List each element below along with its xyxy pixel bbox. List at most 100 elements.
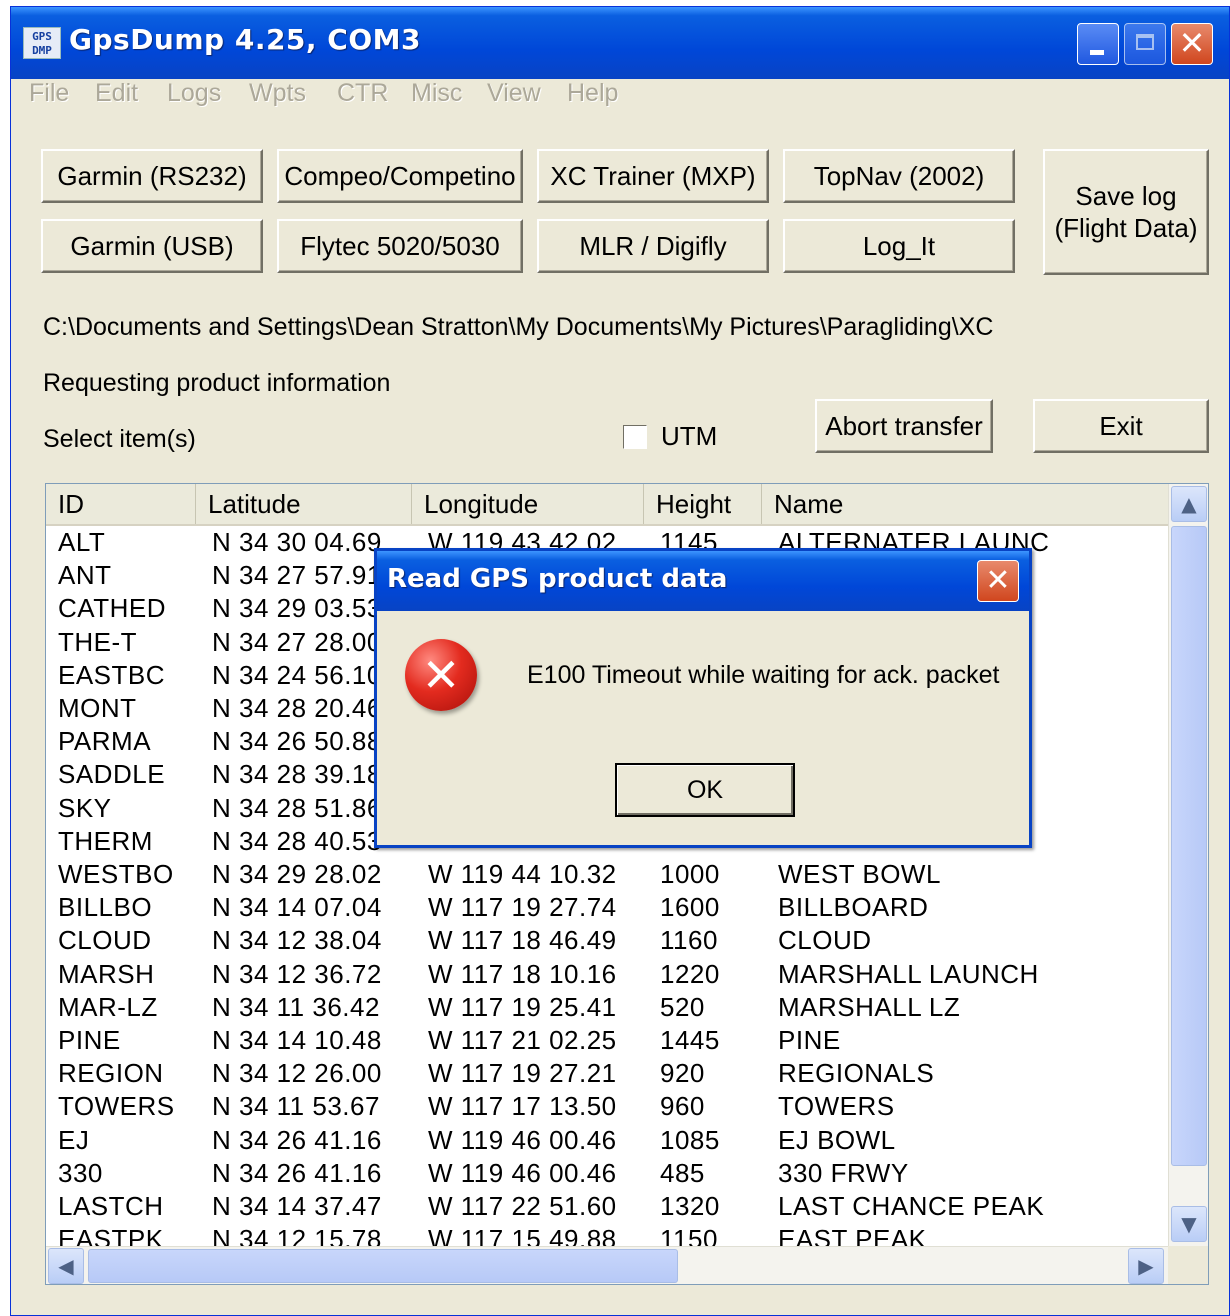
garmin-rs232-button[interactable]: Garmin (RS232) xyxy=(41,149,263,203)
app-icon: GPS DMP xyxy=(23,27,61,59)
cell-id: CLOUD xyxy=(58,925,152,956)
table-row[interactable]: EASTPK N 34 12 15.78 W 117 15 49.88 1150 EAS… xyxy=(46,1223,1168,1246)
cell-latitude: N 34 14 37.47 xyxy=(212,1191,382,1221)
cell-latitude: N 34 12 36.72 xyxy=(212,958,382,989)
save-log-button[interactable]: Save log (Flight Data) xyxy=(1043,149,1209,275)
ok-button[interactable]: OK xyxy=(615,763,795,817)
cell-id: EASTPK xyxy=(58,1224,164,1246)
dialog-close-icon[interactable]: ✕ xyxy=(977,560,1019,602)
table-row[interactable]: REGION N 34 12 26.00 W 117 19 27.21 920 REGI… xyxy=(46,1057,1168,1090)
garmin-usb-button[interactable]: Garmin (USB) xyxy=(41,219,263,273)
abort-transfer-button[interactable]: Abort transfer xyxy=(815,399,993,453)
vertical-scrollbar[interactable]: ▲ ▼ xyxy=(1168,484,1208,1246)
cell-id: TOWERS xyxy=(58,1091,175,1122)
exit-button[interactable]: Exit xyxy=(1033,399,1209,453)
column-longitude[interactable]: Longitude xyxy=(412,484,644,524)
flytec-button[interactable]: Flytec 5020/5030 xyxy=(277,219,523,273)
cell-height: 1160 xyxy=(660,925,718,956)
table-row[interactable]: BILLBO N 34 14 07.04 W 117 19 27.74 1600 BIL… xyxy=(46,891,1168,924)
column-height[interactable]: Height xyxy=(644,484,762,524)
close-button[interactable]: ✕ xyxy=(1171,23,1213,65)
cell-name: LAST CHANCE PEAK xyxy=(778,1191,1045,1221)
scroll-down-icon[interactable]: ▼ xyxy=(1171,1206,1207,1242)
cell-height: 1220 xyxy=(660,958,720,989)
cell-height: 1320 xyxy=(660,1191,720,1221)
cell-id: PINE xyxy=(58,1025,121,1055)
column-name[interactable]: Name xyxy=(762,484,1168,524)
maximize-button[interactable] xyxy=(1124,23,1166,65)
menu-view[interactable]: View xyxy=(487,79,541,108)
topnav-button[interactable]: TopNav (2002) xyxy=(783,149,1015,203)
column-id[interactable]: ID xyxy=(46,484,196,524)
window-title: GpsDump 4.25, COM3 xyxy=(69,23,421,56)
table-row[interactable]: MARSH N 34 12 36.72 W 117 18 10.16 1220 MARS… xyxy=(46,958,1168,991)
cell-id: ANT xyxy=(58,560,112,591)
xc-trainer-button[interactable]: XC Trainer (MXP) xyxy=(537,149,769,203)
cell-height: 1085 xyxy=(660,1124,720,1155)
table-row[interactable]: MAR-LZ N 34 11 36.42 W 117 19 25.41 520 MARS… xyxy=(46,991,1168,1024)
error-icon: ✕ xyxy=(405,639,477,711)
cell-name: REGIONALS xyxy=(778,1058,935,1089)
menu-wpts[interactable]: Wpts xyxy=(249,79,306,108)
title-bar[interactable]: GPS DMP GpsDump 4.25, COM3 ✕ xyxy=(11,7,1229,79)
table-row[interactable]: WESTBO N 34 29 28.02 W 119 44 10.32 1000 WES… xyxy=(46,858,1168,891)
cell-id: MAR-LZ xyxy=(58,991,158,1022)
mlr-digifly-button[interactable]: MLR / Digifly xyxy=(537,219,769,273)
cell-height: 1000 xyxy=(660,859,720,889)
menu-edit[interactable]: Edit xyxy=(95,79,138,108)
menu-ctr[interactable]: CTR xyxy=(337,79,388,108)
cell-latitude: N 34 29 03.53 xyxy=(212,593,382,624)
maximize-icon xyxy=(1136,34,1154,50)
cell-id: SADDLE xyxy=(58,759,166,790)
cell-id: MONT xyxy=(58,693,137,723)
table-row[interactable]: PINE N 34 14 10.48 W 117 21 02.25 1445 PINE xyxy=(46,1024,1168,1057)
cell-id: 330 xyxy=(58,1157,103,1188)
utm-label[interactable]: UTM xyxy=(661,421,717,452)
cell-latitude: N 34 29 28.02 xyxy=(212,859,382,889)
table-row[interactable]: 330 N 34 26 41.16 W 119 46 00.46 485 330 FRW… xyxy=(46,1157,1168,1190)
scroll-up-icon[interactable]: ▲ xyxy=(1171,486,1207,522)
table-row[interactable]: LASTCH N 34 14 37.47 W 117 22 51.60 1320 LAS… xyxy=(46,1190,1168,1223)
column-latitude[interactable]: Latitude xyxy=(196,484,412,524)
cell-latitude: N 34 11 53.67 xyxy=(212,1091,380,1122)
menu-logs[interactable]: Logs xyxy=(167,79,221,108)
cell-latitude: N 34 26 50.88 xyxy=(212,726,382,757)
cell-id: THE-T xyxy=(58,626,138,657)
cell-latitude: N 34 24 56.10 xyxy=(212,659,382,690)
folder-path: C:\Documents and Settings\Dean Stratton\… xyxy=(43,313,994,341)
menu-help[interactable]: Help xyxy=(567,79,618,108)
log-it-button[interactable]: Log_It xyxy=(783,219,1015,273)
cell-name: PINE xyxy=(778,1025,841,1055)
cell-id: ALT xyxy=(58,527,106,557)
cell-latitude: N 34 28 20.46 xyxy=(212,693,382,723)
table-row[interactable]: CLOUD N 34 12 38.04 W 117 18 46.49 1160 CLOU… xyxy=(46,924,1168,957)
cell-name: MARSHALL LAUNCH xyxy=(778,958,1039,989)
cell-longitude: W 117 22 51.60 xyxy=(428,1191,617,1221)
table-row[interactable]: TOWERS N 34 11 53.67 W 117 17 13.50 960 TOWE… xyxy=(46,1090,1168,1123)
menu-file[interactable]: File xyxy=(29,79,69,108)
cell-id: EJ xyxy=(58,1124,90,1155)
cell-longitude: W 117 17 13.50 xyxy=(428,1091,617,1122)
compeo-button[interactable]: Compeo/Competino xyxy=(277,149,523,203)
dialog-title-bar[interactable]: Read GPS product data ✕ xyxy=(377,551,1029,611)
scroll-right-icon[interactable]: ▶ xyxy=(1128,1248,1164,1284)
dialog-title: Read GPS product data xyxy=(387,564,728,594)
cell-latitude: N 34 27 28.00 xyxy=(212,626,382,657)
minimize-button[interactable] xyxy=(1077,23,1119,65)
cell-name: MARSHALL LZ xyxy=(778,991,961,1022)
cell-id: EASTBC xyxy=(58,659,166,690)
cell-name: CLOUD xyxy=(778,925,872,956)
table-row[interactable]: EJ N 34 26 41.16 W 119 46 00.46 1085 EJ BOWL xyxy=(46,1124,1168,1157)
cell-id: REGION xyxy=(58,1058,164,1089)
menu-misc[interactable]: Misc xyxy=(411,79,462,108)
list-header: ID Latitude Longitude Height Name xyxy=(46,484,1168,526)
scroll-left-icon[interactable]: ◀ xyxy=(48,1248,84,1284)
cell-name: WEST BOWL xyxy=(778,859,941,889)
status-text: Requesting product information xyxy=(43,369,391,397)
horizontal-scroll-thumb[interactable] xyxy=(88,1249,678,1283)
cell-longitude: W 119 46 00.46 xyxy=(428,1157,617,1188)
horizontal-scrollbar[interactable]: ◀ ▶ xyxy=(46,1246,1168,1284)
utm-checkbox[interactable] xyxy=(623,425,647,449)
vertical-scroll-thumb[interactable] xyxy=(1171,526,1207,1166)
cell-longitude: W 117 19 27.74 xyxy=(428,892,617,923)
